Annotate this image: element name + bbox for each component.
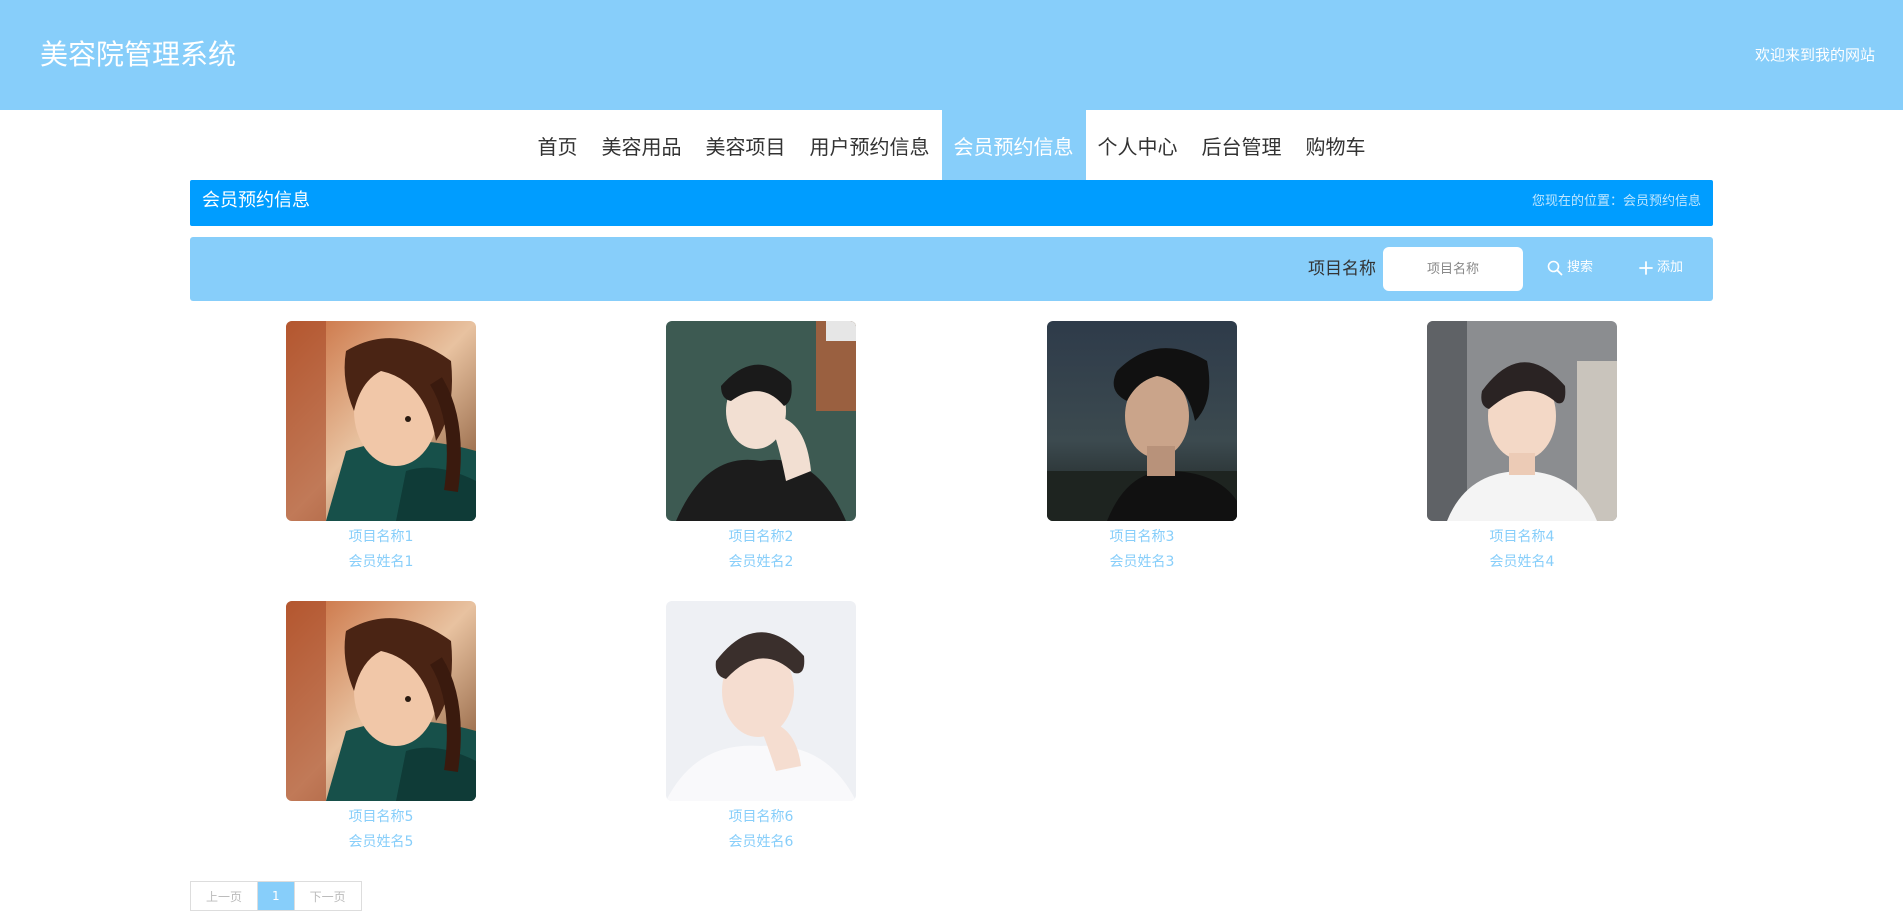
pagination: 上一页 1 下一页 — [190, 881, 362, 911]
member-name[interactable]: 会员姓名3 — [1047, 552, 1237, 572]
project-name[interactable]: 项目名称4 — [1427, 527, 1617, 547]
search-bar: 项目名称 搜索 添加 — [190, 237, 1713, 301]
nav-item-member-appointments[interactable]: 会员预约信息 — [941, 110, 1086, 180]
member-photo[interactable] — [1047, 321, 1237, 521]
member-name[interactable]: 会员姓名6 — [666, 832, 856, 852]
add-button-label: 添加 — [1657, 260, 1684, 275]
nav-item-personal-center[interactable]: 个人中心 — [1086, 110, 1190, 180]
project-name[interactable]: 项目名称1 — [286, 527, 476, 547]
project-name[interactable]: 项目名称5 — [286, 807, 476, 827]
member-name[interactable]: 会员姓名5 — [286, 832, 476, 852]
nav-item-beauty-products[interactable]: 美容用品 — [590, 110, 694, 180]
list-item[interactable]: 项目名称4 会员姓名4 — [1427, 321, 1617, 572]
member-name[interactable]: 会员姓名2 — [666, 552, 856, 572]
project-name[interactable]: 项目名称2 — [666, 527, 856, 547]
nav-item-cart[interactable]: 购物车 — [1294, 110, 1378, 180]
next-page-button[interactable]: 下一页 — [295, 882, 361, 910]
breadcrumb: 会员预约信息 您现在的位置：会员预约信息 — [190, 180, 1713, 226]
prev-page-button[interactable]: 上一页 — [191, 882, 259, 910]
search-label: 项目名称 — [1308, 259, 1376, 279]
project-name[interactable]: 项目名称6 — [666, 807, 856, 827]
list-item[interactable]: 项目名称2 会员姓名2 — [666, 321, 856, 572]
search-button[interactable]: 搜索 — [1547, 255, 1593, 281]
main-nav: 首页 美容用品 美容项目 用户预约信息 会员预约信息 个人中心 后台管理 购物车 — [0, 110, 1903, 180]
nav-item-user-appointments[interactable]: 用户预约信息 — [798, 110, 942, 180]
plus-icon — [1639, 261, 1653, 275]
list-item[interactable]: 项目名称6 会员姓名6 — [666, 601, 856, 852]
member-photo[interactable] — [666, 321, 856, 521]
member-name[interactable]: 会员姓名4 — [1427, 552, 1617, 572]
member-name[interactable]: 会员姓名1 — [286, 552, 476, 572]
welcome-text: 欢迎来到我的网站 — [1754, 46, 1875, 64]
member-photo[interactable] — [1427, 321, 1617, 521]
project-name[interactable]: 项目名称3 — [1047, 527, 1237, 547]
page-1-button[interactable]: 1 — [258, 882, 295, 910]
breadcrumb-location: 您现在的位置：会员预约信息 — [1531, 194, 1701, 209]
member-photo[interactable] — [666, 601, 856, 801]
search-button-label: 搜索 — [1567, 260, 1594, 275]
search-icon — [1547, 260, 1563, 276]
nav-item-beauty-projects[interactable]: 美容项目 — [694, 110, 798, 180]
page-title: 会员预约信息 — [202, 190, 310, 211]
site-header: 美容院管理系统 欢迎来到我的网站 — [0, 0, 1903, 110]
list-item[interactable]: 项目名称5 会员姓名5 — [286, 601, 476, 852]
member-photo[interactable] — [286, 321, 476, 521]
add-button[interactable]: 添加 — [1639, 255, 1683, 281]
search-input[interactable] — [1383, 247, 1523, 291]
nav-item-home[interactable]: 首页 — [526, 110, 590, 180]
list-item[interactable]: 项目名称3 会员姓名3 — [1047, 321, 1237, 572]
nav-item-admin[interactable]: 后台管理 — [1190, 110, 1294, 180]
site-title: 美容院管理系统 — [40, 38, 237, 71]
member-photo[interactable] — [286, 601, 476, 801]
list-item[interactable]: 项目名称1 会员姓名1 — [286, 321, 476, 572]
